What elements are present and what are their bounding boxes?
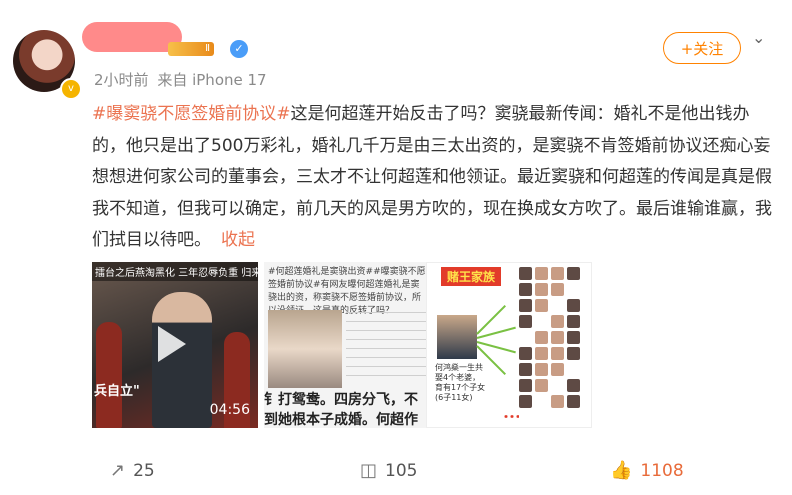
video-side-text: 兵自立"	[94, 384, 140, 399]
family-member-photo	[551, 315, 564, 328]
repost-action[interactable]: ↗ 25	[110, 460, 155, 481]
family-member-photo	[535, 363, 548, 376]
family-tree-title: 赌王家族	[441, 267, 502, 286]
family-member-photo	[551, 347, 564, 360]
comment-count: 105	[385, 461, 418, 481]
hashtag-link[interactable]: #曝窦骁不愿签婚前协议#	[92, 104, 291, 124]
video-duration: 04:56	[209, 402, 250, 418]
image-article-screenshot[interactable]: #何超莲婚礼是窦骁出资##曝窦骁不愿签婚前协议#有网友曝何超莲婚礼是窦骁出的资，…	[264, 262, 430, 428]
family-member-photo	[519, 267, 532, 280]
family-member-photo	[535, 267, 548, 280]
post-source: 来自 iPhone 17	[157, 71, 267, 89]
family-member-photo	[567, 267, 580, 280]
verified-badge-icon: v	[60, 78, 82, 100]
family-tree-note: 何鸿燊一生共娶4个老婆，育有17个子女(6子11女)	[435, 363, 486, 402]
repost-count: 25	[133, 461, 155, 481]
article-big-text: 钅打鸳鸯。四房分飞，不到她根本子成婚。何超作为二房的他	[264, 392, 418, 428]
family-member-photo	[519, 315, 532, 328]
family-member-photo	[535, 347, 548, 360]
family-member-photo	[519, 379, 532, 392]
verified-icon: ✓	[230, 40, 248, 58]
family-member-photo	[551, 395, 564, 408]
thumbs-up-icon: 👍	[610, 460, 633, 481]
post-time[interactable]: 2小时前	[94, 71, 149, 89]
share-icon: ↗	[110, 460, 126, 481]
comment-action[interactable]: ◫ 105	[360, 460, 417, 481]
family-member-photo	[551, 267, 564, 280]
article-text-lines	[346, 312, 426, 382]
family-member-photo	[567, 299, 580, 312]
family-member-photo	[535, 299, 548, 312]
family-member-photo	[535, 283, 548, 296]
family-member-photo	[551, 283, 564, 296]
username-redaction	[82, 22, 182, 52]
collapse-link[interactable]: 收起	[221, 230, 255, 250]
play-icon[interactable]	[158, 326, 186, 362]
like-action[interactable]: 👍 1108	[610, 460, 684, 481]
family-member-photo	[567, 347, 580, 360]
family-member-photo	[551, 331, 564, 344]
video-thumbnail[interactable]: 擂台之后燕淘黑化 三年忍辱负重 归来血洗仇 兵自立" 04:56	[92, 262, 258, 428]
comment-icon: ◫	[360, 460, 378, 481]
video-caption: 擂台之后燕淘黑化 三年忍辱负重 归来血洗仇	[92, 262, 258, 281]
like-count: 1108	[640, 461, 684, 481]
level-badge: Ⅱ	[168, 42, 214, 56]
family-member-photo	[519, 283, 532, 296]
follow-button[interactable]: +关注	[663, 32, 741, 64]
post-text: #曝窦骁不愿签婚前协议#这是何超莲开始反击了吗？窦骁最新传闻：婚礼不是他出钱办的…	[92, 99, 772, 257]
chevron-down-icon[interactable]: ⌄	[752, 28, 765, 47]
family-member-photo	[519, 395, 532, 408]
family-member-photo	[567, 331, 580, 344]
patriarch-photo	[437, 315, 477, 359]
image-family-tree[interactable]: 赌王家族 何鸿燊一生共娶4个老婆，育有17个子女(6子11女)	[426, 262, 592, 428]
post-body: 这是何超莲开始反击了吗？窦骁最新传闻：婚礼不是他出钱办的，他只是出了500万彩礼…	[92, 104, 772, 250]
article-photo	[268, 310, 342, 388]
family-member-photo	[567, 379, 580, 392]
weibo-post: v Ⅱ ✓ 2小时前 来自 iPhone 17 +关注 ⌄ #曝窦骁不愿签婚前协…	[0, 0, 792, 495]
family-member-photo	[519, 347, 532, 360]
family-member-photo	[535, 331, 548, 344]
family-member-photo	[519, 299, 532, 312]
family-member-photo	[519, 363, 532, 376]
post-meta: 2小时前 来自 iPhone 17	[94, 69, 267, 90]
family-member-photo	[567, 315, 580, 328]
family-member-photo	[567, 395, 580, 408]
video-frame-figure	[96, 322, 122, 428]
carousel-dots	[503, 415, 519, 418]
family-member-photo	[551, 363, 564, 376]
family-member-photo	[535, 379, 548, 392]
